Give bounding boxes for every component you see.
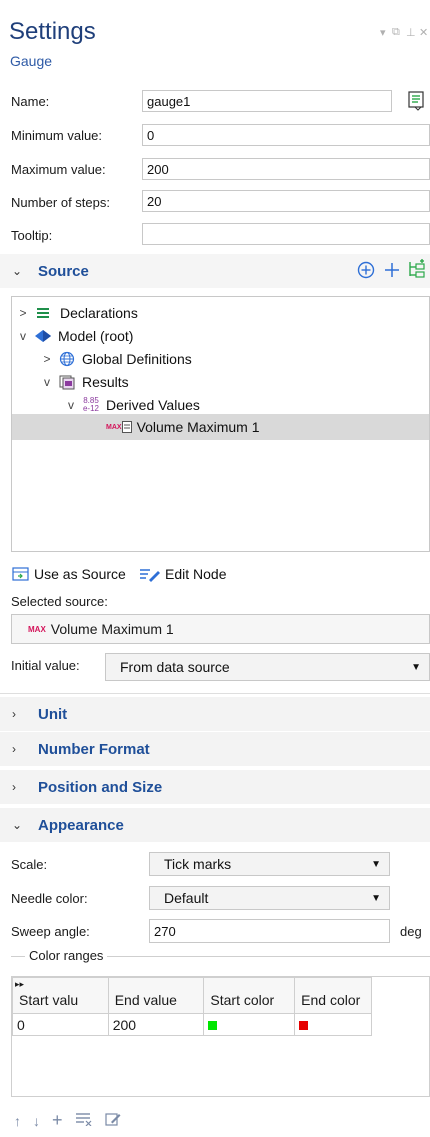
tree-node-label: Declarations (60, 305, 138, 321)
sweep-angle-unit: deg (400, 924, 422, 939)
source-tree[interactable]: > Declarations v Model (root) > Global D… (11, 296, 430, 552)
globe-icon (56, 351, 78, 367)
move-up-icon[interactable]: ↑ (14, 1113, 21, 1129)
min-value-field[interactable] (142, 124, 430, 146)
chevron-right-icon[interactable]: > (38, 352, 56, 366)
section-number-format-header[interactable]: › Number Format (0, 732, 430, 766)
sweep-angle-field[interactable] (149, 919, 390, 943)
initial-value-select[interactable]: From data source ▼ (105, 653, 430, 681)
section-unit-header[interactable]: › Unit (0, 697, 430, 731)
chevron-right-icon: › (12, 742, 16, 756)
float-window-icon[interactable]: ⧉ (392, 26, 400, 39)
move-down-icon[interactable]: ↓ (33, 1113, 40, 1129)
page-subtitle: Gauge (10, 53, 53, 69)
tooltip-label: Tooltip: (11, 228, 53, 243)
dropdown-arrow-icon: ▼ (411, 661, 421, 673)
tooltip-field[interactable] (142, 223, 430, 245)
needle-color-select[interactable]: Default ▼ (149, 886, 390, 910)
delete-row-icon[interactable] (75, 1112, 93, 1129)
tree-node-results[interactable]: v Results (38, 370, 129, 394)
tree-node-model-root[interactable]: v Model (root) (14, 324, 133, 348)
start-color-swatch[interactable] (208, 1020, 218, 1030)
chevron-down-icon[interactable]: v (38, 375, 56, 389)
initial-value-label: Initial value: (11, 658, 80, 673)
end-color-cell[interactable] (294, 1013, 372, 1036)
start-value-cell[interactable]: 0 (12, 1013, 109, 1036)
edit-node-icon (140, 569, 160, 582)
results-icon (56, 374, 78, 390)
scale-select[interactable]: Tick marks ▼ (149, 852, 390, 876)
column-header-start-color[interactable]: Start color (203, 977, 296, 1014)
scale-label: Scale: (11, 857, 48, 872)
name-edit-icon[interactable] (405, 89, 427, 111)
needle-color-label: Needle color: (11, 891, 88, 906)
use-as-source-icon (12, 567, 29, 581)
chevron-right-icon: › (12, 707, 16, 721)
tree-node-label: Results (82, 374, 129, 390)
pin-icon[interactable]: ⊥ (406, 26, 416, 39)
chevron-down-icon[interactable]: v (62, 398, 80, 412)
chevron-down-icon: ⌄ (12, 264, 23, 278)
min-value-label: Minimum value: (11, 128, 103, 143)
name-field[interactable] (142, 90, 392, 112)
start-color-cell[interactable] (203, 1013, 296, 1036)
use-as-source-button[interactable]: Use as Source (12, 566, 126, 582)
max-badge-icon: MAX (28, 624, 46, 634)
steps-label: Number of steps: (11, 195, 110, 210)
section-position-size-header[interactable]: › Position and Size (0, 770, 430, 804)
page-title: Settings (9, 18, 96, 45)
model-diamond-icon (32, 329, 54, 343)
tree-node-declarations[interactable]: > Declarations (14, 301, 138, 325)
end-color-swatch[interactable] (299, 1020, 309, 1030)
list-lines-icon (32, 307, 54, 319)
column-header-start-value[interactable]: ▸▸ Start valu (12, 977, 109, 1014)
table-toolbar: ↑ ↓ + (14, 1110, 121, 1131)
add-tree-node-icon[interactable] (406, 259, 428, 284)
section-appearance-header[interactable]: ⌄ Appearance (0, 808, 430, 842)
color-ranges-table[interactable]: ▸▸ Start valu End value Start color End … (11, 976, 430, 1097)
tree-node-volume-maximum[interactable]: MAX Volume Maximum 1 (106, 415, 260, 439)
dropdown-arrow-icon: ▼ (371, 858, 381, 870)
name-label: Name: (11, 94, 50, 109)
selected-source-value: Volume Maximum 1 (50, 621, 174, 637)
tree-node-global-definitions[interactable]: > Global Definitions (38, 347, 192, 371)
column-header-end-value[interactable]: End value (107, 977, 205, 1014)
end-value-cell[interactable]: 200 (107, 1013, 205, 1036)
derived-values-icon: 8.85 e-12 (82, 396, 99, 413)
close-icon[interactable]: ✕ (419, 26, 428, 39)
chevron-down-icon[interactable]: v (14, 329, 32, 343)
divider (0, 693, 430, 694)
dropdown-arrow-icon: ▼ (371, 892, 381, 904)
add-circle-icon[interactable] (356, 260, 376, 283)
table-row[interactable]: 0 200 (12, 1013, 372, 1036)
column-header-end-color[interactable]: End color (294, 977, 372, 1014)
color-ranges-label: Color ranges (25, 948, 108, 963)
max-table-icon: MAX (106, 421, 132, 433)
add-row-icon[interactable]: + (52, 1110, 63, 1131)
selected-source-field: MAX Volume Maximum 1 (11, 614, 430, 644)
edit-node-button[interactable]: Edit Node (139, 566, 226, 582)
section-source-label: Source (38, 262, 89, 280)
tree-node-label: Model (root) (58, 328, 134, 344)
chevron-right-icon: › (12, 780, 16, 794)
steps-field[interactable] (142, 190, 430, 212)
max-value-field[interactable] (142, 158, 430, 180)
max-value-label: Maximum value: (11, 162, 106, 177)
sweep-angle-label: Sweep angle: (11, 924, 90, 939)
chevron-right-icon[interactable]: > (14, 306, 32, 320)
chevron-down-icon: ⌄ (12, 818, 23, 832)
tree-node-label: Derived Values (106, 397, 200, 413)
expand-icon[interactable]: ▸▸ (15, 979, 24, 990)
tree-node-label: Global Definitions (82, 351, 192, 367)
dropdown-arrow-icon[interactable]: ▾ (380, 26, 386, 39)
edit-table-icon[interactable] (104, 1111, 121, 1130)
selected-source-label: Selected source: (11, 594, 108, 609)
add-icon[interactable] (382, 260, 402, 283)
tree-node-derived-values[interactable]: v 8.85 e-12 Derived Values (62, 393, 200, 417)
tree-node-label: Volume Maximum 1 (136, 419, 260, 435)
